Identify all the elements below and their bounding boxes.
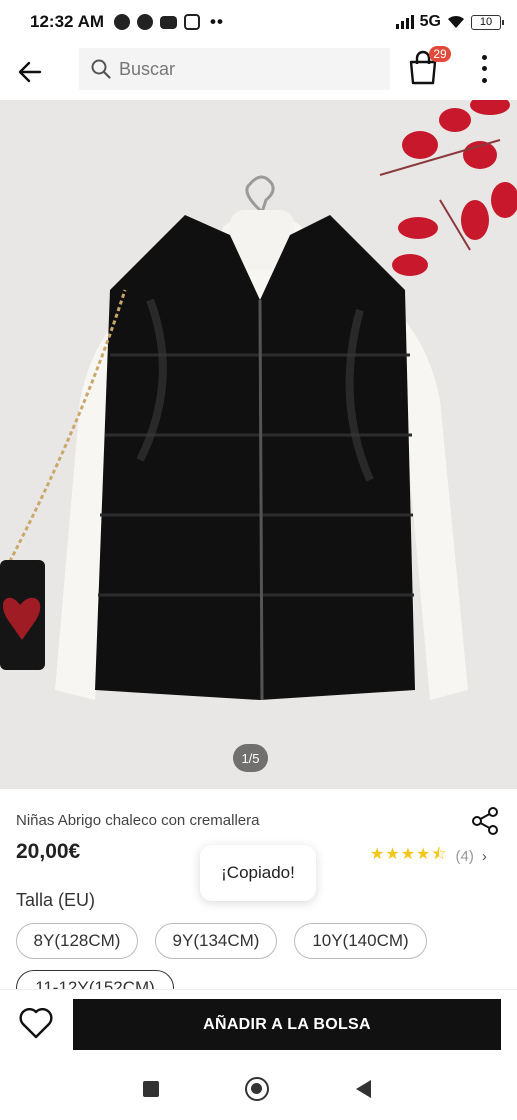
youtube-icon <box>160 15 178 29</box>
product-price: 20,00€ <box>16 840 81 863</box>
product-title: Niñas Abrigo chaleco con cremallera <box>16 812 260 829</box>
search-input[interactable] <box>119 58 369 80</box>
wifi-icon <box>448 15 464 28</box>
copied-toast: ¡Copiado! <box>200 845 316 901</box>
signal-icon <box>395 15 414 29</box>
review-count: (4) <box>455 848 474 865</box>
size-label: Talla (EU) <box>16 890 96 910</box>
battery-level: 10 <box>479 16 493 28</box>
cart-count-badge: 29 <box>429 46 451 62</box>
chevron-right-icon: › <box>481 848 487 865</box>
size-option-10y[interactable]: 10Y(140CM) <box>294 923 427 959</box>
top-bar: 29 <box>0 44 517 100</box>
more-dot-icon <box>481 55 487 61</box>
more-notifications-icon: •• <box>210 12 224 31</box>
whatsapp-icon <box>137 14 154 30</box>
share-icon[interactable] <box>470 806 500 836</box>
system-nav-bar <box>0 1057 517 1120</box>
heart-icon[interactable] <box>18 1006 54 1040</box>
alarm-icon <box>114 14 131 30</box>
back-button[interactable] <box>0 44 60 100</box>
notification-icons <box>114 14 201 30</box>
rating-stars-icon: ★★★★⯪ <box>370 846 448 863</box>
search-bar[interactable] <box>79 48 390 90</box>
image-counter: 1/5 <box>233 744 268 772</box>
network-type: 5G <box>419 13 441 30</box>
more-options-button[interactable] <box>472 52 496 86</box>
search-icon <box>91 59 111 79</box>
recents-icon[interactable] <box>143 1081 159 1097</box>
more-dot-icon <box>481 77 487 83</box>
more-dot-icon <box>481 66 487 72</box>
size-option-9y[interactable]: 9Y(134CM) <box>155 923 277 959</box>
size-option-8y[interactable]: 8Y(128CM) <box>16 923 138 959</box>
instagram-icon <box>184 14 201 30</box>
home-icon[interactable] <box>245 1077 269 1101</box>
status-time: 12:32 AM <box>30 12 105 31</box>
product-rating[interactable]: ★★★★⯪ (4) › <box>370 843 487 870</box>
bottom-action-bar: AÑADIR A LA BOLSA <box>0 989 517 1057</box>
battery-icon: 10 <box>471 14 504 30</box>
add-to-bag-button[interactable]: AÑADIR A LA BOLSA <box>73 999 501 1050</box>
status-right: 5G 10 <box>395 13 504 31</box>
product-photo <box>0 100 517 789</box>
status-bar: 12:32 AM •• 5G 10 <box>0 0 517 44</box>
back-triangle-icon[interactable] <box>356 1080 371 1098</box>
product-image-carousel[interactable] <box>0 100 517 789</box>
arrow-left-icon <box>18 61 42 83</box>
